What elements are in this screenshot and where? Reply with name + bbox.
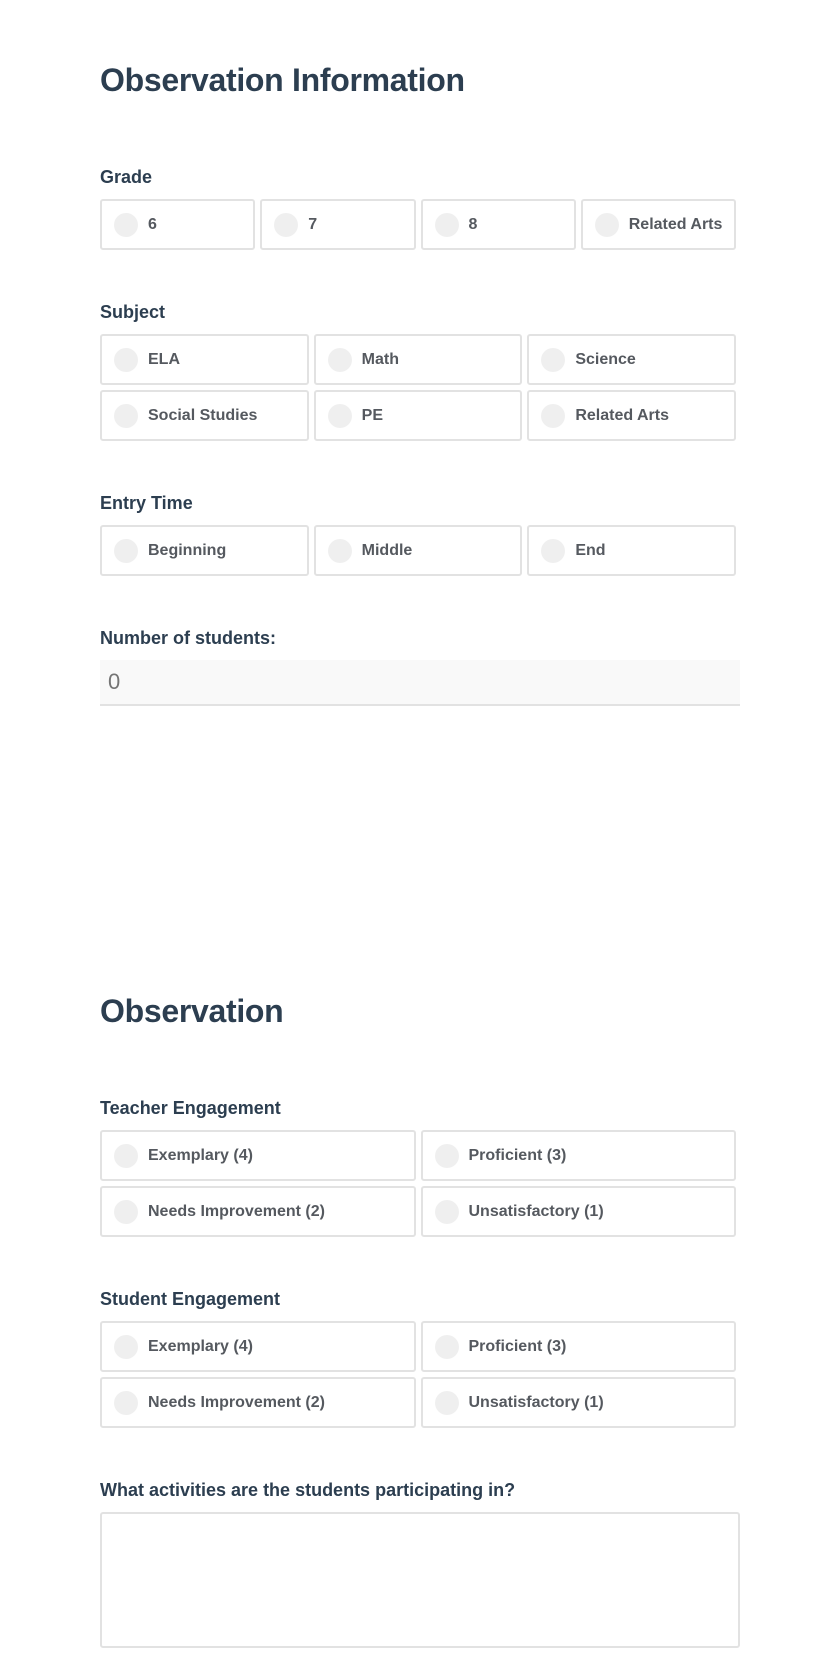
student-engagement-option-proficient[interactable]: Proficient (3) [420,1321,736,1372]
grade-radio-group: 6 7 8 Related Arts [100,199,736,250]
subject-radio-group: ELA Math Science Social Studies PE Relat… [100,334,736,441]
entry-time-option-end[interactable]: End [527,525,736,576]
teacher-engagement-option-unsatisfactory[interactable]: Unsatisfactory (1) [420,1186,736,1237]
student-engagement-option-exemplary[interactable]: Exemplary (4) [100,1321,416,1372]
radio-circle-icon[interactable] [541,538,566,563]
subject-option-pe[interactable]: PE [313,390,523,441]
number-of-students-input[interactable] [100,660,740,706]
radio-circle-icon[interactable] [434,1334,459,1359]
radio-circle-icon[interactable] [434,212,459,237]
radio-circle-icon[interactable] [434,1390,459,1415]
grade-option-8[interactable]: 8 [420,199,576,250]
activities-textarea[interactable] [100,1512,740,1648]
radio-circle-icon[interactable] [114,1199,138,1224]
entry-time-label: Entry Time [100,493,193,513]
teacher-engagement-radio-group: Exemplary (4) Proficient (3) Needs Impro… [100,1130,736,1237]
student-engagement-label: Student Engagement [100,1289,281,1309]
radio-circle-icon[interactable] [594,212,619,237]
radio-circle-icon[interactable] [327,347,352,372]
number-of-students-label: Number of students: [100,628,277,648]
radio-circle-icon[interactable] [274,212,299,237]
section-title-observation: Observation [100,993,284,1029]
teacher-engagement-option-exemplary[interactable]: Exemplary (4) [100,1130,416,1181]
teacher-engagement-option-proficient[interactable]: Proficient (3) [420,1130,736,1181]
radio-circle-icon[interactable] [114,403,138,428]
entry-time-option-middle[interactable]: Middle [313,525,523,576]
student-engagement-option-needs-improvement[interactable]: Needs Improvement (2) [100,1377,416,1428]
entry-time-option-beginning[interactable]: Beginning [100,525,309,576]
section-title-observation-information: Observation Information [100,62,465,98]
radio-circle-icon[interactable] [434,1143,459,1168]
radio-circle-icon[interactable] [434,1199,459,1224]
radio-circle-icon[interactable] [541,347,566,372]
radio-circle-icon[interactable] [114,1390,138,1415]
radio-circle-icon[interactable] [327,538,352,563]
subject-option-related-arts[interactable]: Related Arts [527,390,736,441]
student-engagement-radio-group: Exemplary (4) Proficient (3) Needs Impro… [100,1321,736,1428]
radio-circle-icon[interactable] [114,212,138,237]
radio-circle-icon[interactable] [541,403,566,428]
radio-circle-icon[interactable] [114,1143,138,1168]
subject-option-science[interactable]: Science [527,334,736,385]
subject-option-math[interactable]: Math [313,334,523,385]
grade-option-6[interactable]: 6 [100,199,256,250]
teacher-engagement-label: Teacher Engagement [100,1098,281,1118]
radio-circle-icon[interactable] [114,347,138,372]
radio-circle-icon[interactable] [327,403,352,428]
teacher-engagement-option-needs-improvement[interactable]: Needs Improvement (2) [100,1186,416,1237]
radio-circle-icon[interactable] [114,538,138,563]
student-engagement-option-unsatisfactory[interactable]: Unsatisfactory (1) [420,1377,736,1428]
subject-option-ela[interactable]: ELA [100,334,309,385]
subject-option-social-studies[interactable]: Social Studies [100,390,309,441]
grade-label: Grade [100,167,153,187]
subject-label: Subject [100,302,166,322]
grade-option-7[interactable]: 7 [260,199,416,250]
radio-circle-icon[interactable] [114,1334,138,1359]
activities-label: What activities are the students partici… [100,1480,516,1500]
entry-time-radio-group: Beginning Middle End [100,525,736,576]
grade-option-related-arts[interactable]: Related Arts [580,199,736,250]
